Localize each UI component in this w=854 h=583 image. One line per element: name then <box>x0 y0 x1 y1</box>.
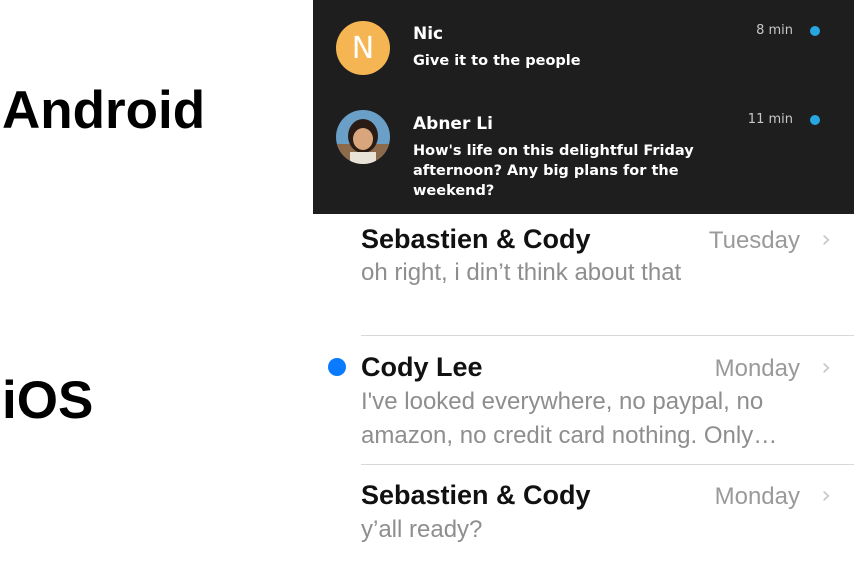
message-date: Tuesday <box>708 227 800 254</box>
ios-row-cody-lee[interactable]: Cody Lee Monday › I've looked everywhere… <box>313 336 854 464</box>
android-label: Android <box>2 81 206 140</box>
ios-label: iOS <box>2 371 94 430</box>
person-photo-icon <box>336 110 390 164</box>
message-date: Monday <box>714 355 800 382</box>
timestamp: 8 min <box>756 23 793 38</box>
message-text: Give it to the people <box>413 53 581 69</box>
message-preview: oh right, i din’t think about that <box>361 259 682 286</box>
message-text: How's life on this delightful Friday aft… <box>413 143 694 199</box>
chevron-right-icon: › <box>821 225 831 253</box>
sender-name: Nic <box>413 24 444 44</box>
ios-row-sebastien-cody-tuesday[interactable]: Sebastien & Cody Tuesday › oh right, i d… <box>313 214 854 336</box>
android-notification-panel: N Nic Give it to the people 8 min Abner … <box>313 0 854 214</box>
contact-name: Cody Lee <box>361 352 483 382</box>
timestamp: 11 min <box>747 112 793 127</box>
avatar <box>336 110 390 164</box>
sender-name: Abner Li <box>413 114 493 134</box>
unread-dot-icon <box>328 358 346 376</box>
android-notification-abner[interactable]: Abner Li How's life on this delightful F… <box>313 95 854 214</box>
unread-dot-icon <box>810 26 820 36</box>
contact-name: Sebastien & Cody <box>361 480 591 510</box>
message-date: Monday <box>714 483 800 510</box>
message-preview: I've looked everywhere, no paypal, no am… <box>361 388 778 449</box>
chevron-right-icon: › <box>821 481 831 509</box>
unread-dot-icon <box>810 115 820 125</box>
android-notification-nic[interactable]: N Nic Give it to the people 8 min <box>313 0 854 95</box>
contact-name: Sebastien & Cody <box>361 224 591 254</box>
ios-row-sebastien-cody-monday[interactable]: Sebastien & Cody Monday › y’all ready? <box>313 465 854 583</box>
avatar: N <box>336 21 390 75</box>
chevron-right-icon: › <box>821 353 831 381</box>
message-preview: y’all ready? <box>361 516 483 543</box>
